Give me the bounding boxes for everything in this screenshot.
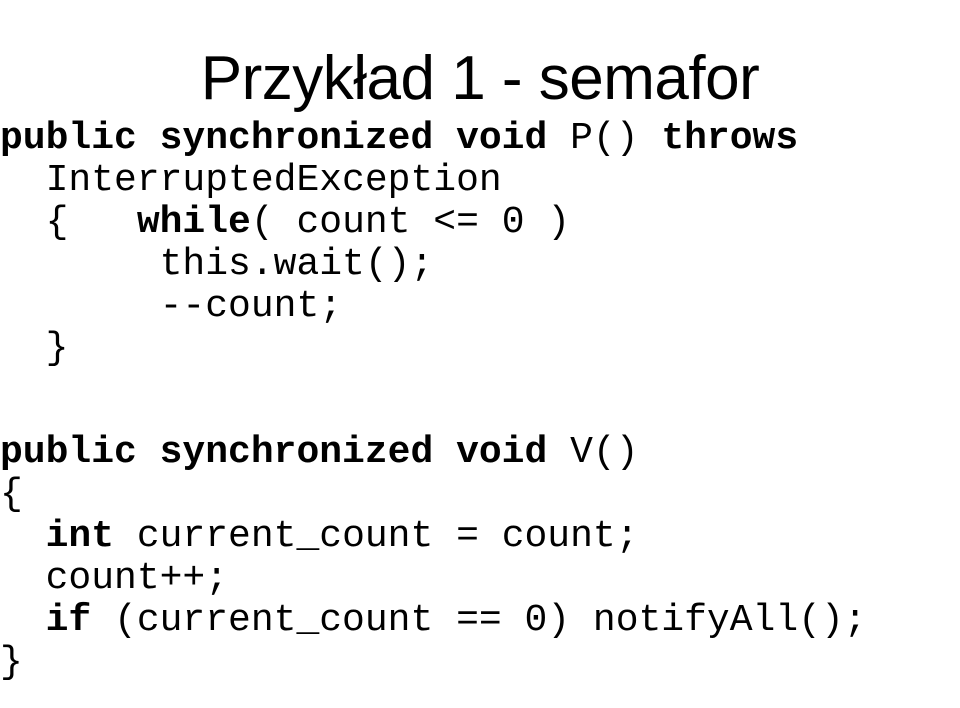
slide: Przykład 1 - semafor public synchronized…	[0, 0, 960, 708]
code-token: public synchronized void	[0, 431, 571, 474]
code-line-v-increment: count++;	[0, 558, 960, 600]
code-token: {	[0, 473, 23, 516]
code-line-p-decrement: --count;	[0, 286, 960, 328]
code-block-method-p: public synchronized void P() throws Inte…	[0, 118, 960, 370]
code-line-p-open-brace-while: { while( count <= 0 )	[0, 202, 960, 244]
code-token: int	[45, 515, 115, 558]
code-token: V()	[570, 431, 639, 474]
code-line-p-close-brace: }	[0, 328, 960, 370]
code-listing: public synchronized void P() throws Inte…	[0, 118, 960, 684]
code-token: }	[0, 641, 23, 684]
code-line-v-if-notifyall: if (current_count == 0) notifyAll();	[0, 600, 960, 642]
code-token: ( count <= 0 )	[250, 201, 571, 244]
code-token: (current_count == 0) notifyAll();	[91, 599, 867, 642]
code-line-v-close-brace: }	[0, 642, 960, 684]
code-token: public synchronized void	[0, 117, 571, 160]
code-line-p-exception: InterruptedException	[0, 160, 960, 202]
code-block-gap	[0, 370, 960, 432]
code-token: this.wait();	[0, 243, 434, 286]
code-token: --count;	[0, 285, 343, 328]
code-line-p-signature: public synchronized void P() throws	[0, 118, 960, 160]
code-token: while	[136, 201, 251, 244]
page-title: Przykład 1 - semafor	[200, 43, 760, 113]
code-token: count++;	[0, 557, 229, 600]
code-token: if	[45, 599, 92, 642]
code-line-p-wait: this.wait();	[0, 244, 960, 286]
code-token: P()	[570, 117, 662, 160]
code-token: InterruptedException	[0, 159, 502, 202]
code-token: {	[0, 201, 137, 244]
code-line-v-int-current-count: int current_count = count;	[0, 516, 960, 558]
code-token: }	[0, 327, 69, 370]
code-line-v-open-brace: {	[0, 474, 960, 516]
code-token: throws	[661, 117, 799, 160]
code-block-method-v: public synchronized void V(){ int curren…	[0, 432, 960, 684]
code-token: current_count = count;	[114, 515, 639, 558]
code-line-v-signature: public synchronized void V()	[0, 432, 960, 474]
